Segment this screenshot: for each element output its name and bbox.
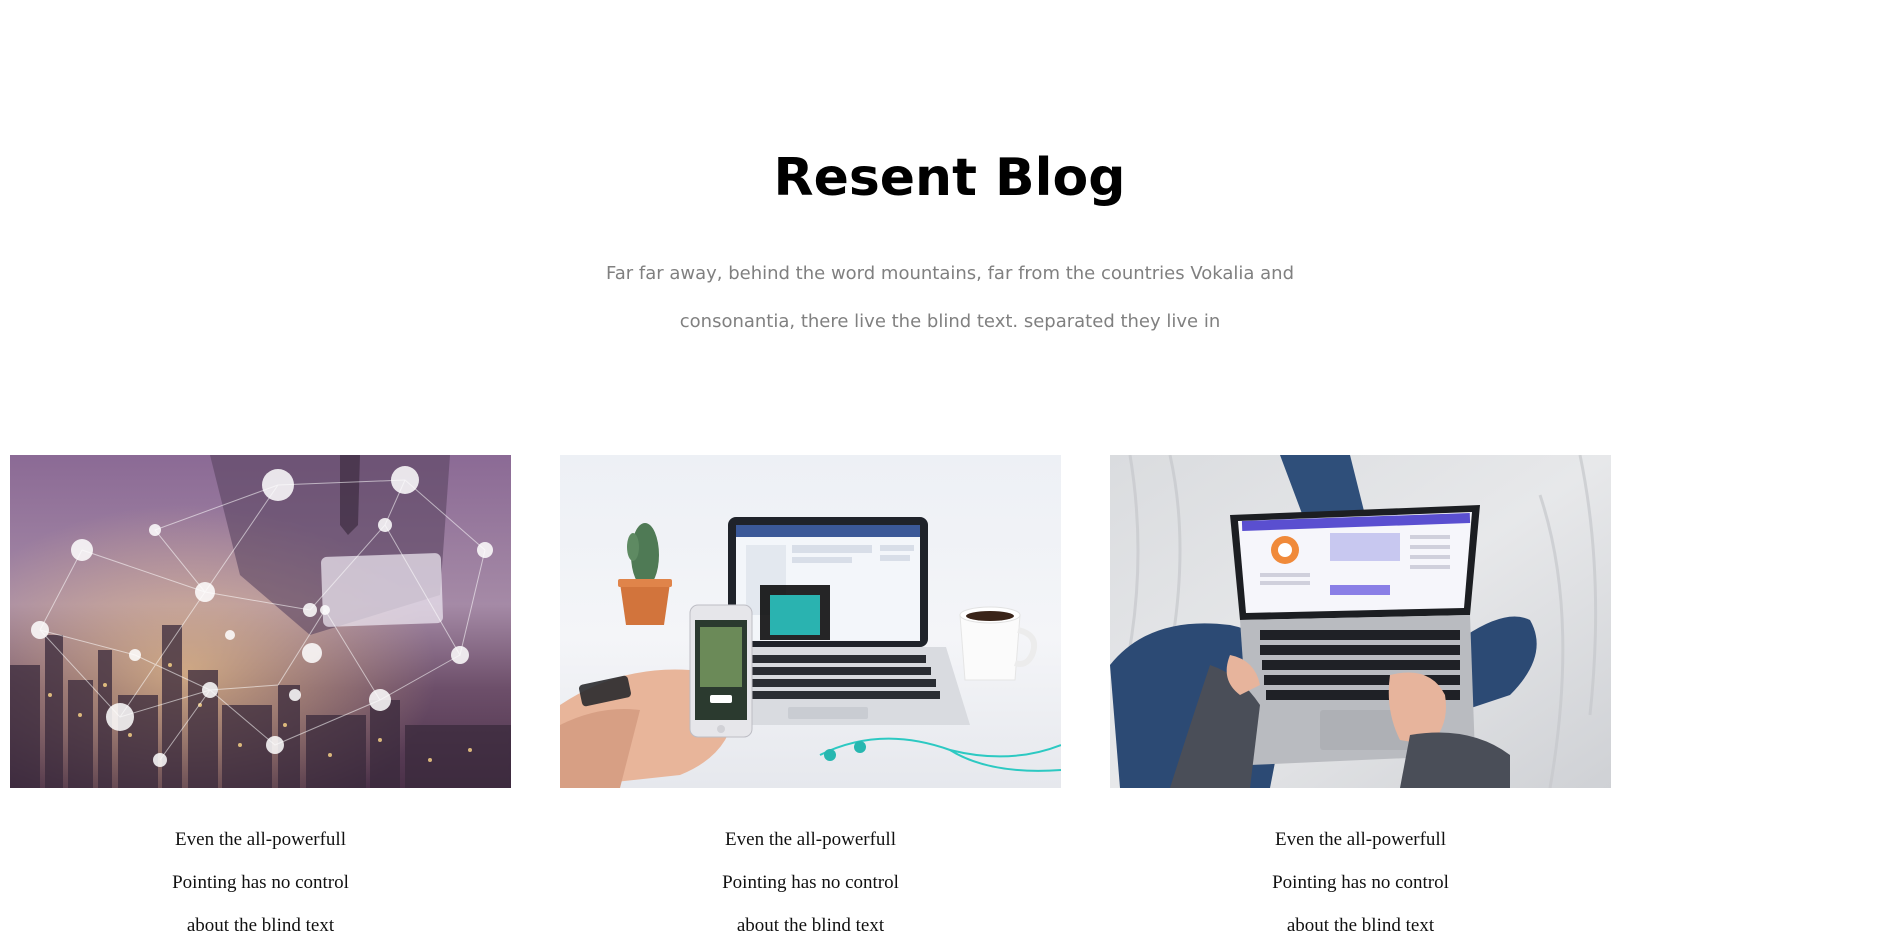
caption-line: Even the all-powerfull	[725, 829, 896, 850]
subtitle-line: consonantia, there live the blind text. …	[679, 311, 1221, 332]
caption-line: Pointing has no control	[1272, 872, 1449, 893]
caption-line: Even the all-powerfull	[175, 829, 346, 850]
recent-blog-section: Resent Blog Far far away, behind the wor…	[0, 0, 1899, 940]
blog-card[interactable]: Even the all-powerfull Pointing has no c…	[560, 455, 1061, 947]
subtitle-line: Far far away, behind the word mountains,…	[606, 263, 1294, 284]
blog-card[interactable]: Even the all-powerfull Pointing has no c…	[10, 455, 511, 947]
blog-image-laptop-phone-desk[interactable]	[560, 455, 1061, 788]
caption-line: about the blind text	[1286, 915, 1435, 936]
caption-line: Pointing has no control	[172, 872, 349, 893]
caption-line: about the blind text	[186, 915, 335, 936]
caption-line: about the blind text	[736, 915, 885, 936]
blog-image-network-city[interactable]	[10, 455, 511, 788]
caption-line: Even the all-powerfull	[1275, 829, 1446, 850]
section-title: Resent Blog	[773, 148, 1126, 208]
blog-caption: Even the all-powerfull Pointing has no c…	[560, 818, 1061, 947]
blog-card[interactable]: Even the all-powerfull Pointing has no c…	[1110, 455, 1611, 947]
blog-caption: Even the all-powerfull Pointing has no c…	[10, 818, 511, 947]
blog-caption: Even the all-powerfull Pointing has no c…	[1110, 818, 1611, 947]
caption-line: Pointing has no control	[722, 872, 899, 893]
blog-image-laptop-on-lap[interactable]	[1110, 455, 1611, 788]
section-subtitle: Far far away, behind the word mountains,…	[600, 250, 1300, 346]
